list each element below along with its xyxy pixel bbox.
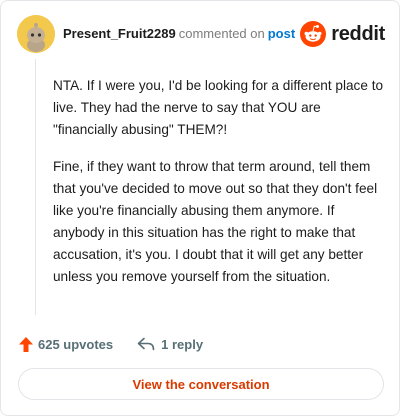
reddit-logo[interactable]: reddit — [300, 20, 385, 48]
user-avatar[interactable] — [17, 15, 55, 53]
comment-body: NTA. If I were you, I'd be looking for a… — [53, 75, 389, 303]
comment-card: Present_Fruit2289 commented on post reddit… — [0, 0, 400, 416]
view-conversation-button[interactable]: View the conversation — [18, 368, 384, 400]
comment-meta: Present_Fruit2289 commented on post — [63, 26, 295, 41]
upvote-count: 625 upvotes — [38, 336, 114, 352]
post-link[interactable]: post — [268, 26, 295, 41]
reply-count: 1 reply — [161, 336, 204, 352]
thread-line — [35, 59, 36, 315]
comment-header: Present_Fruit2289 commented on post reddit — [17, 15, 385, 53]
reply-button[interactable]: 1 reply — [137, 337, 203, 352]
reply-arrow-icon — [137, 337, 155, 351]
username-link[interactable]: Present_Fruit2289 — [63, 26, 176, 41]
brand-name: reddit — [331, 22, 385, 45]
comment-paragraph-2: Fine, if they want to throw that term ar… — [53, 159, 378, 284]
upvote-arrow-icon[interactable] — [18, 336, 34, 353]
comment-actions: 625 upvotes 1 reply — [18, 334, 203, 354]
comment-paragraph-1: NTA. If I were you, I'd be looking for a… — [53, 78, 384, 137]
action-text: commented on — [178, 26, 265, 41]
reddit-snoo-icon — [300, 21, 327, 47]
avatar-icon — [17, 15, 55, 53]
